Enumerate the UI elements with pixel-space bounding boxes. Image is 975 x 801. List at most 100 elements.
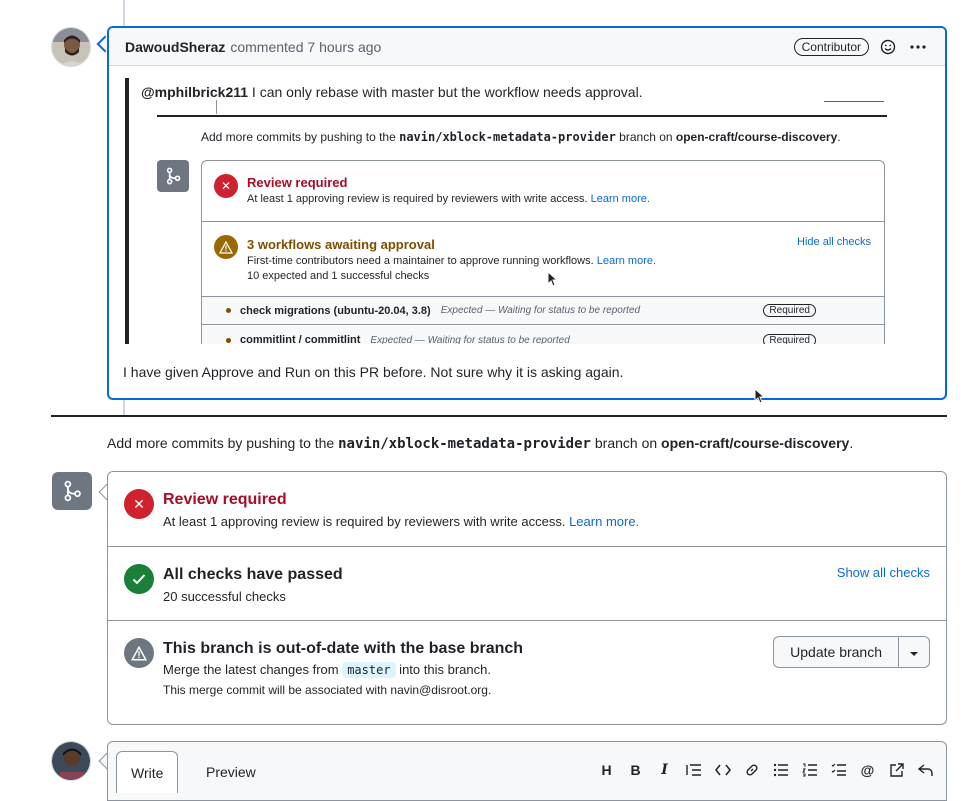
base-branch-code: master [342, 662, 396, 678]
checks-desc: 20 successful checks [163, 589, 286, 604]
comment-timestamp[interactable]: commented 7 hours ago [230, 39, 381, 55]
timeline-line-middle [123, 400, 125, 415]
commenter-avatar[interactable] [51, 27, 91, 67]
repo-name[interactable]: open-craft/course-discovery [661, 435, 849, 451]
quote-push-line: Add more commits by pushing to the navin… [201, 130, 841, 144]
quote-push-mid: branch on [615, 130, 676, 144]
check-row: commitlint / commitlint Expected — Waiti… [202, 326, 884, 344]
user-mention[interactable]: @mphilbrick211 [141, 84, 248, 100]
quote-tick [216, 100, 217, 114]
quote-workflows-counts: 10 expected and 1 successful checks [247, 270, 430, 282]
quote-alert-icon [214, 235, 238, 259]
quote-icon[interactable] [683, 759, 704, 781]
merge-status-box: ✕ Review required At least 1 approving r… [107, 471, 947, 725]
update-branch-dropdown-button[interactable] [899, 636, 930, 668]
commit-association-text: This merge commit will be associated wit… [163, 683, 492, 697]
hide-all-checks-link[interactable]: Hide all checks [797, 236, 871, 248]
check-status: Expected — Waiting for status to be repo… [440, 305, 641, 316]
tab-write[interactable]: Write [116, 751, 179, 793]
check-status-dot-icon [226, 308, 231, 313]
review-required-desc: At least 1 approving review is required … [163, 514, 639, 529]
alert-circle-icon [124, 638, 154, 668]
outdated-desc: Merge the latest changes from master int… [163, 662, 491, 678]
quote-workflows-desc: First-time contributors need a maintaine… [247, 255, 656, 267]
code-icon[interactable] [712, 759, 733, 781]
quote-x-circle-icon: ✕ [214, 174, 238, 198]
x-circle-icon: ✕ [124, 489, 154, 519]
mouse-cursor-icon [547, 271, 558, 287]
quote-first-line: @mphilbrick211 I can only rebase with ma… [141, 84, 643, 100]
required-badge: Required [763, 333, 816, 344]
check-circle-icon [124, 564, 154, 594]
italic-icon[interactable]: I [654, 759, 675, 781]
quote-small-rule [824, 101, 884, 102]
comment-body-text: I have given Approve and Run on this PR … [123, 364, 624, 380]
mention-icon[interactable]: @ [857, 759, 878, 781]
checks-title: All checks have passed [163, 566, 343, 583]
quote-push-prefix: Add more commits by pushing to the [201, 130, 400, 144]
bold-icon[interactable]: B [625, 759, 646, 781]
review-required-desc-text: At least 1 approving review is required … [163, 514, 566, 529]
outdated-prefix: Merge the latest changes from [163, 662, 343, 677]
unordered-list-icon[interactable] [770, 759, 791, 781]
git-merge-icon [52, 472, 92, 510]
quote-workflows-section: 3 workflows awaiting approval First-time… [202, 222, 884, 297]
quote-workflows-desc-text: First-time contributors need a maintaine… [247, 255, 594, 267]
current-user-avatar[interactable] [51, 741, 91, 781]
contributor-badge: Contributor [793, 37, 869, 56]
branch-name[interactable]: navin/xblock-metadata-provider [338, 436, 591, 452]
review-required-section: ✕ Review required At least 1 approving r… [108, 472, 946, 547]
outdated-title: This branch is out-of-date with the base… [163, 640, 524, 657]
cross-reference-icon[interactable] [886, 759, 907, 781]
comment-box: DawoudSheraz commented 7 hours ago Contr… [107, 26, 947, 400]
comment-header: DawoudSheraz commented 7 hours ago Contr… [109, 28, 945, 66]
check-row: check migrations (ubuntu-20.04, 3.8) Exp… [202, 297, 884, 325]
push-mid: branch on [590, 435, 662, 451]
quote-merge-icon [157, 160, 189, 192]
blockquote: @mphilbrick211 I can only rebase with ma… [125, 78, 901, 344]
show-all-checks-link[interactable]: Show all checks [837, 565, 930, 580]
smiley-icon[interactable] [877, 36, 899, 58]
push-info-line: Add more commits by pushing to the navin… [107, 435, 853, 452]
update-branch-button[interactable]: Update branch [773, 636, 899, 668]
push-prefix: Add more commits by pushing to the [107, 435, 339, 451]
quote-merge-box: ✕ Review required At least 1 approving r… [201, 160, 885, 344]
markdown-toolbar: H B I @ [596, 759, 936, 781]
comment-composer: Write Preview H B I @ [107, 741, 947, 801]
timeline-line-top [123, 0, 125, 26]
quote-review-desc-text: At least 1 approving review is required … [247, 193, 588, 205]
reply-icon[interactable] [915, 759, 936, 781]
quote-learn-more-link[interactable]: Learn more. [591, 193, 650, 205]
quote-workflows-learn-more[interactable]: Learn more. [597, 255, 656, 267]
triangle-down-icon [909, 644, 919, 660]
link-icon[interactable] [741, 759, 762, 781]
mouse-cursor-icon [754, 388, 765, 404]
quote-repo-name: open-craft/course-discovery [675, 130, 838, 144]
outdated-suffix: into this branch. [395, 662, 491, 677]
review-required-title: Review required [163, 491, 287, 508]
comment-author[interactable]: DawoudSheraz [125, 39, 225, 55]
quote-text: I can only rebase with master but the wo… [248, 84, 643, 100]
check-name[interactable]: check migrations (ubuntu-20.04, 3.8) [240, 305, 431, 317]
push-suffix: . [849, 435, 854, 451]
check-name[interactable]: commitlint / commitlint [240, 334, 360, 344]
update-branch-group: Update branch [773, 636, 930, 668]
ordered-list-icon[interactable] [799, 759, 820, 781]
check-status-dot-icon [226, 337, 231, 343]
quote-review-desc: At least 1 approving review is required … [247, 193, 650, 205]
check-status: Expected — Waiting for status to be repo… [370, 334, 570, 345]
quote-workflows-title: 3 workflows awaiting approval [247, 237, 435, 252]
required-badge: Required [763, 304, 816, 317]
quote-review-section: ✕ Review required At least 1 approving r… [202, 161, 884, 222]
quote-review-title: Review required [247, 175, 348, 190]
heading-icon[interactable]: H [596, 759, 617, 781]
task-list-icon[interactable] [828, 759, 849, 781]
quote-branch-name: navin/xblock-metadata-provider [399, 130, 616, 144]
kebab-menu-icon[interactable] [907, 36, 929, 58]
tab-preview[interactable]: Preview [192, 751, 270, 793]
quote-rule [157, 115, 887, 117]
outdated-branch-section: This branch is out-of-date with the base… [108, 621, 946, 725]
learn-more-link[interactable]: Learn more. [569, 514, 639, 529]
timeline-divider [51, 415, 947, 417]
checks-section: All checks have passed 20 successful che… [108, 547, 946, 621]
